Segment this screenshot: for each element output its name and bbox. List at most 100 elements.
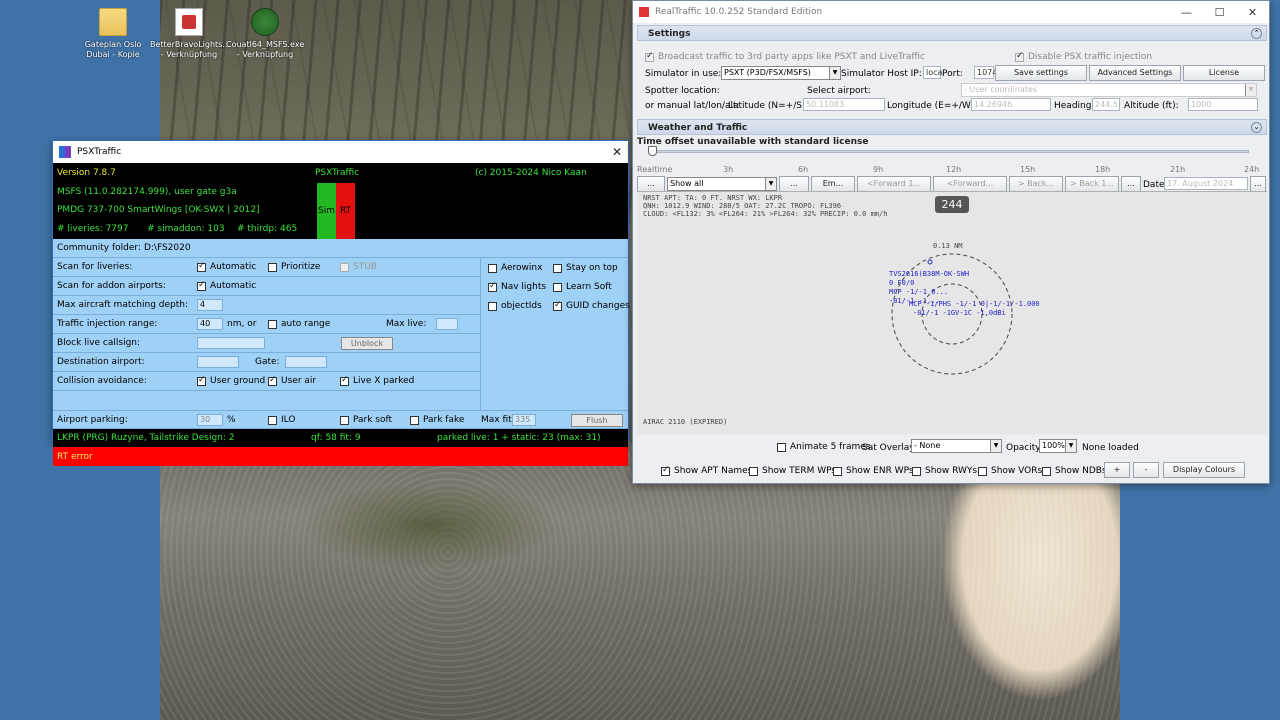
aircraft-marker[interactable]: [927, 259, 933, 265]
maximize-icon[interactable]: ☐: [1203, 6, 1236, 19]
checkbox[interactable]: [268, 262, 277, 272]
sat-overlay-select[interactable]: - None ▼: [911, 439, 1002, 453]
em-button[interactable]: Em...: [811, 176, 855, 192]
gate-input[interactable]: [285, 356, 327, 368]
injection-range-input[interactable]: 40: [197, 318, 223, 330]
checkbox[interactable]: [488, 281, 497, 292]
port-input[interactable]: 1074: [974, 66, 997, 79]
flush-button[interactable]: Flush: [571, 414, 623, 427]
show-apt-names-option[interactable]: Show APT Names: [661, 465, 752, 476]
animate-frames-option[interactable]: Animate 5 frames: [777, 442, 871, 452]
close-icon[interactable]: ✕: [1236, 6, 1269, 19]
zoom-in-button[interactable]: +: [1104, 462, 1130, 478]
back-1-button[interactable]: > Back 1...: [1065, 176, 1119, 192]
settings-section-header[interactable]: Settings ⌃: [637, 25, 1267, 41]
collapse-icon[interactable]: ⌃: [1251, 28, 1262, 39]
community-folder-value[interactable]: D:\FS2020: [144, 243, 191, 253]
scan-liveries-automatic[interactable]: Automatic: [197, 261, 256, 272]
longitude-input[interactable]: 14.26946: [971, 98, 1051, 111]
checkbox[interactable]: [553, 282, 562, 292]
forward-1-button[interactable]: <Forward 1...: [857, 176, 931, 192]
advanced-settings-button[interactable]: Advanced Settings: [1089, 65, 1181, 81]
more-button-2[interactable]: ...: [779, 176, 809, 192]
collapse-icon[interactable]: ⌄: [1251, 122, 1262, 133]
radar-view[interactable]: NRST APT: TA: 0 FT. NRST WX: LKPR QNH: 1…: [637, 191, 1267, 434]
learn-soft-option[interactable]: Learn Soft: [553, 282, 612, 292]
checkbox[interactable]: [1015, 51, 1024, 62]
psx-titlebar[interactable]: PSXTraffic ✕: [53, 141, 628, 163]
max-live-input[interactable]: [436, 318, 458, 330]
user-air-option[interactable]: User air: [268, 375, 316, 386]
stay-on-top-option[interactable]: Stay on top: [553, 263, 618, 273]
back-button[interactable]: > Back...: [1009, 176, 1063, 192]
park-soft-option[interactable]: Park soft: [340, 415, 392, 425]
desktop-icon-betterbravolights[interactable]: BetterBravoLights... - Verknüpfung: [150, 8, 230, 60]
checkbox[interactable]: [340, 375, 349, 386]
checkbox[interactable]: [553, 263, 562, 273]
checkbox[interactable]: [553, 300, 562, 311]
checkbox[interactable]: [777, 442, 786, 452]
minimize-icon[interactable]: —: [1170, 6, 1203, 19]
checkbox[interactable]: [340, 415, 349, 425]
time-slider-thumb[interactable]: [648, 146, 657, 156]
checkbox[interactable]: [268, 375, 277, 386]
checkbox[interactable]: [488, 301, 497, 311]
scan-addon-automatic[interactable]: Automatic: [197, 280, 256, 291]
rt-titlebar[interactable]: RealTraffic 10.0.252 Standard Edition — …: [633, 1, 1269, 23]
heading-input[interactable]: 244.5: [1092, 98, 1120, 111]
broadcast-option[interactable]: Broadcast traffic to 3rd party apps like…: [645, 51, 925, 62]
checkbox[interactable]: [410, 415, 419, 425]
max-fit-input[interactable]: 335: [512, 414, 536, 426]
scan-liveries-prioritize[interactable]: Prioritize: [268, 262, 320, 272]
display-colours-button[interactable]: Display Colours: [1163, 462, 1245, 478]
checkbox[interactable]: [978, 466, 987, 476]
park-fake-option[interactable]: Park fake: [410, 415, 464, 425]
select-airport-select[interactable]: - User coordinates ▼: [961, 83, 1257, 97]
desktop-icon-gateplan[interactable]: Gateplan Oslo Dubai - Kopie: [74, 8, 152, 60]
checkbox[interactable]: [268, 415, 277, 425]
checkbox[interactable]: [197, 261, 206, 272]
live-x-parked-option[interactable]: Live X parked: [340, 375, 414, 386]
opacity-select[interactable]: 100% ▼: [1039, 439, 1077, 453]
zoom-out-button[interactable]: -: [1133, 462, 1159, 478]
show-filter-select[interactable]: Show all ▼: [667, 177, 777, 191]
ilo-option[interactable]: ILO: [268, 415, 295, 425]
checkbox[interactable]: [1042, 466, 1051, 476]
checkbox[interactable]: [749, 466, 758, 476]
show-vors-option[interactable]: Show VORs: [978, 466, 1042, 476]
aerowinx-option[interactable]: Aerowinx: [488, 263, 542, 273]
auto-range-option[interactable]: auto range: [268, 319, 330, 329]
desktop-icon-couatl[interactable]: Couatl64_MSFS.exe - Verknüpfung: [226, 8, 304, 60]
disable-psx-option[interactable]: Disable PSX traffic injection: [1015, 51, 1152, 62]
sim-in-use-select[interactable]: PSXT (P3D/FSX/MSFS) ▼: [721, 66, 841, 80]
show-term-wps-option[interactable]: Show TERM WPs: [749, 466, 836, 476]
checkbox[interactable]: [488, 263, 497, 273]
checkbox[interactable]: [268, 319, 277, 329]
show-ndbs-option[interactable]: Show NDBs: [1042, 466, 1107, 476]
date-input[interactable]: 17. August 2024: [1164, 177, 1248, 190]
altitude-input[interactable]: 1000: [1188, 98, 1258, 111]
nav-lights-option[interactable]: Nav lights: [488, 281, 546, 292]
checkbox[interactable]: [197, 375, 206, 386]
show-rwys-option[interactable]: Show RWYs: [912, 466, 977, 476]
more-button[interactable]: ...: [637, 176, 665, 192]
more-button-3[interactable]: ...: [1121, 176, 1141, 192]
block-callsign-input[interactable]: [197, 337, 265, 349]
close-icon[interactable]: ✕: [606, 145, 628, 159]
show-enr-wps-option[interactable]: Show ENR WPs: [833, 466, 914, 476]
time-slider-track[interactable]: [651, 150, 1249, 153]
date-picker-button[interactable]: ...: [1250, 176, 1266, 192]
guid-changes-option[interactable]: GUID changes: [553, 300, 630, 311]
host-ip-input[interactable]: loca: [923, 66, 942, 79]
max-depth-input[interactable]: 4: [197, 299, 223, 311]
checkbox[interactable]: [833, 466, 842, 476]
objectids-option[interactable]: objectIds: [488, 301, 542, 311]
destination-input[interactable]: [197, 356, 239, 368]
weather-section-header[interactable]: Weather and Traffic ⌄: [637, 119, 1267, 135]
checkbox[interactable]: [661, 465, 670, 476]
save-settings-button[interactable]: Save settings: [995, 65, 1087, 81]
checkbox[interactable]: [912, 466, 921, 476]
user-ground-option[interactable]: User ground: [197, 375, 265, 386]
unblock-button[interactable]: Unblock: [341, 337, 393, 350]
checkbox[interactable]: [645, 51, 654, 62]
